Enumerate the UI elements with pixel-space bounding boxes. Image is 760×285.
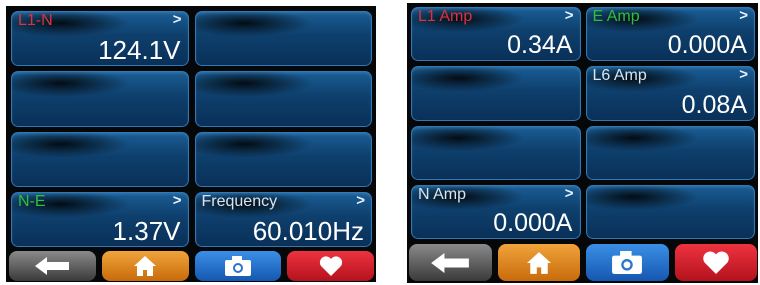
tile-empty[interactable] xyxy=(194,71,372,127)
back-button[interactable] xyxy=(409,244,492,281)
tile-label: L6 Amp xyxy=(592,67,647,85)
back-button[interactable] xyxy=(9,251,96,281)
chevron-right-icon: > xyxy=(172,191,182,209)
tile-l1-amp[interactable]: L1 Amp > 0.34A xyxy=(411,7,581,62)
favorite-button[interactable] xyxy=(287,251,374,281)
favorite-button[interactable] xyxy=(674,244,757,281)
measurement-grid: L1-N > 124.1V N-E > 1.37V Frequency > 60… xyxy=(11,11,372,247)
back-arrow-icon xyxy=(35,257,70,275)
tile-empty[interactable] xyxy=(11,71,189,127)
tile-l1-n-voltage[interactable]: L1-N > 124.1V xyxy=(11,11,189,67)
tile-empty[interactable] xyxy=(585,125,755,180)
tile-n-amp[interactable]: N Amp > 0.000A xyxy=(411,184,581,239)
tile-l6-amp[interactable]: L6 Amp > 0.08A xyxy=(585,66,755,121)
tile-frequency[interactable]: Frequency > 60.010Hz xyxy=(194,191,372,247)
tile-label: N-E xyxy=(18,192,46,210)
back-arrow-icon xyxy=(431,252,470,273)
bottom-button-bar xyxy=(409,244,757,281)
tile-e-amp[interactable]: E Amp > 0.000A xyxy=(585,7,755,62)
tile-label: N Amp xyxy=(418,185,467,203)
bottom-button-bar xyxy=(9,251,374,281)
home-button[interactable] xyxy=(101,251,189,281)
measurement-grid: L1 Amp > 0.34A E Amp > 0.000A L6 Amp > 0… xyxy=(411,7,755,239)
tile-empty[interactable] xyxy=(194,11,372,67)
tile-value: 0.34A xyxy=(507,31,573,60)
chevron-right-icon: > xyxy=(172,11,182,28)
tile-label: E Amp xyxy=(592,8,640,25)
tile-empty[interactable] xyxy=(194,131,372,187)
tile-value: 0.000A xyxy=(493,209,573,237)
chevron-right-icon: > xyxy=(564,184,574,202)
camera-button[interactable] xyxy=(586,244,669,281)
left-meter-screen: L1-N > 124.1V N-E > 1.37V Frequency > 60… xyxy=(6,6,376,282)
tile-label: L1 Amp xyxy=(418,8,473,25)
tile-value: 60.010Hz xyxy=(252,216,364,246)
chevron-right-icon: > xyxy=(739,66,748,84)
chevron-right-icon: > xyxy=(356,191,365,209)
tile-value: 0.000A xyxy=(667,31,747,60)
tile-empty[interactable] xyxy=(11,131,189,187)
camera-icon xyxy=(224,256,251,276)
home-icon xyxy=(526,251,551,274)
chevron-right-icon: > xyxy=(739,7,748,24)
tile-value: 124.1V xyxy=(98,35,181,66)
tile-value: 0.08A xyxy=(681,90,747,119)
tile-empty[interactable] xyxy=(411,66,581,121)
tile-empty[interactable] xyxy=(411,125,581,180)
home-icon xyxy=(134,256,157,276)
home-button[interactable] xyxy=(497,244,580,281)
camera-icon xyxy=(612,251,643,274)
right-meter-screen: L1 Amp > 0.34A E Amp > 0.000A L6 Amp > 0… xyxy=(407,3,758,283)
tile-n-e-voltage[interactable]: N-E > 1.37V xyxy=(11,191,189,247)
tile-value: 1.37V xyxy=(112,216,181,246)
tile-label: Frequency xyxy=(201,192,278,210)
tile-label: L1-N xyxy=(18,12,53,29)
camera-button[interactable] xyxy=(194,251,282,281)
heart-icon xyxy=(319,256,342,276)
chevron-right-icon: > xyxy=(564,7,574,24)
tile-empty[interactable] xyxy=(585,184,755,239)
heart-icon xyxy=(702,251,729,274)
